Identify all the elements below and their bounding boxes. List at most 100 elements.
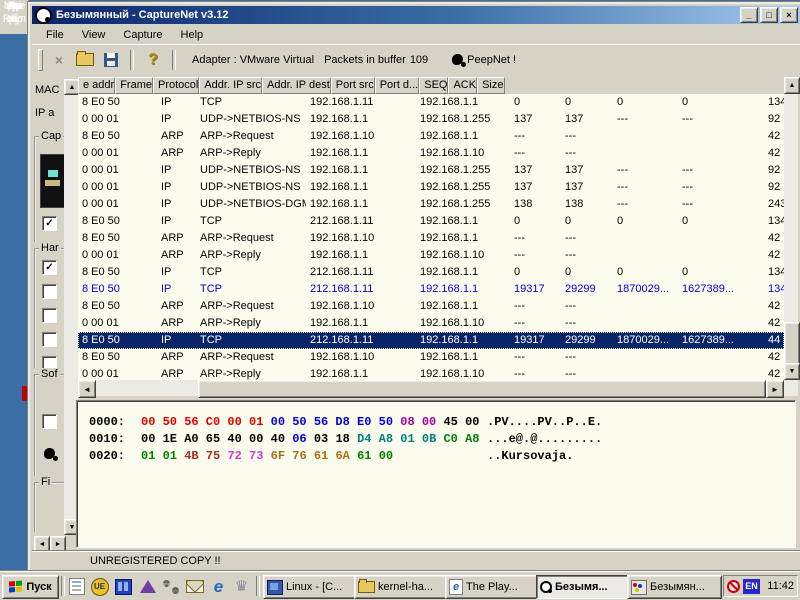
table-row[interactable]: 0 00 01 ARP ARP->Reply 192.168.1.1 192.1… <box>78 315 784 332</box>
menu-item[interactable]: View <box>80 28 108 42</box>
table-row[interactable]: 0 00 01 ARP ARP->Reply 192.168.1.1 192.1… <box>78 247 784 264</box>
checkbox[interactable]: ✓ <box>42 216 57 231</box>
cell-port-dest: --- <box>561 128 613 145</box>
table-vertical-scrollbar[interactable]: ▲ ▼ <box>784 77 798 396</box>
triangle-icon[interactable] <box>137 576 158 597</box>
column-header[interactable]: Addr. IP src <box>199 77 262 94</box>
peepnet-label[interactable]: PeepNet ! <box>467 54 516 66</box>
minimize-button[interactable]: _ <box>740 7 758 23</box>
crown-icon[interactable]: ♛ <box>231 576 252 597</box>
column-header[interactable]: ACK <box>448 77 477 94</box>
save-button[interactable] <box>99 48 123 72</box>
language-indicator[interactable]: EN <box>743 579 760 594</box>
menu-item[interactable]: Capture <box>121 28 164 42</box>
table-row[interactable]: 0 00 01 ARP ARP->Reply 192.168.1.1 192.1… <box>78 145 784 162</box>
taskbar-button-kernel[interactable]: kernel-ha... <box>354 575 449 599</box>
table-row[interactable]: 8 E0 50 ARP ARP->Request 192.168.1.10 19… <box>78 298 784 315</box>
menu-item[interactable]: Help <box>179 28 206 42</box>
hex-byte-group: 45 00 <box>443 415 479 429</box>
close-button[interactable]: × <box>780 7 798 23</box>
status-bar: UNREGISTERED COPY !! <box>32 550 800 570</box>
cell-port-src: 137 <box>510 179 561 196</box>
table-row[interactable]: 8 E0 50 IP TCP 212.168.1.11 192.168.1.1 … <box>78 281 784 298</box>
table-row[interactable]: 8 E0 50 ARP ARP->Request 192.168.1.10 19… <box>78 128 784 145</box>
column-header[interactable]: Port src <box>331 77 375 94</box>
peepnet-icon[interactable] <box>452 54 463 65</box>
disabled-device-icon[interactable] <box>727 580 740 593</box>
desktop-icon-label[interactable]: кур <box>1 0 28 13</box>
vmware-icon <box>267 580 283 595</box>
cell-frame: IP <box>157 264 196 281</box>
scroll-down-icon[interactable]: ▼ <box>784 363 800 380</box>
column-header[interactable]: SEQ <box>419 77 448 94</box>
column-header[interactable]: Port d... <box>375 77 420 94</box>
scroll-left-icon[interactable]: ◄ <box>34 536 50 550</box>
delete-button[interactable]: × <box>47 48 71 72</box>
hex-byte-group: 06 <box>292 432 306 446</box>
column-header[interactable]: Frame <box>115 77 153 94</box>
book-icon[interactable] <box>113 576 134 597</box>
checkbox[interactable]: ✓ <box>42 260 57 275</box>
taskbar-button-paint[interactable]: Безымян... <box>627 575 722 599</box>
table-row[interactable]: 8 E0 50 IP TCP 212.168.1.11 192.168.1.1 … <box>78 332 784 349</box>
cell-seq <box>613 145 678 162</box>
table-row[interactable]: 0 00 01 IP UDP->NETBIOS-DGM 192.168.1.1 … <box>78 196 784 213</box>
taskbar-button-linux[interactable]: Linux - [C... <box>263 575 358 599</box>
cell-eth-addr: 0 00 01 <box>78 247 157 264</box>
taskbar-button-label: kernel-ha... <box>378 581 433 593</box>
table-row[interactable]: 8 E0 50 ARP ARP->Request 192.168.1.10 19… <box>78 230 784 247</box>
maximize-button[interactable]: □ <box>760 7 778 23</box>
hex-byte-group: 72 73 <box>227 449 263 463</box>
table-row[interactable]: 8 E0 50 IP TCP 212.168.1.11 192.168.1.1 … <box>78 213 784 230</box>
start-button[interactable]: Пуск <box>2 575 59 599</box>
scroll-right-icon[interactable]: ► <box>50 536 66 550</box>
column-header[interactable]: e addr <box>78 77 115 94</box>
column-header[interactable]: Protocol <box>153 77 199 94</box>
cell-frame: ARP <box>157 247 196 264</box>
notepad-icon[interactable] <box>66 576 87 597</box>
column-header[interactable]: Addr. IP dest <box>262 77 331 94</box>
cell-eth-addr: 0 00 01 <box>78 196 157 213</box>
vertical-scroll-thumb[interactable] <box>784 322 800 366</box>
sidebar-horizontal-scrollbar[interactable]: ◄ ► <box>34 536 66 550</box>
cell-ack: 1627389... <box>678 281 764 298</box>
table-row[interactable]: 0 00 01 IP UDP->NETBIOS-NS 192.168.1.1 1… <box>78 111 784 128</box>
mail-icon[interactable] <box>184 576 205 597</box>
ultraedit-icon[interactable]: UE <box>89 576 110 597</box>
checkbox[interactable] <box>42 284 57 299</box>
titlebar[interactable]: Безымянный - CaptureNet v3.12 _ □ × <box>32 6 800 24</box>
column-header[interactable]: Size <box>477 77 504 94</box>
cell-eth-addr: 8 E0 50 <box>78 213 157 230</box>
scroll-up-icon[interactable]: ▲ <box>64 79 78 95</box>
hex-line: 0010: 00 1E A0 65 40 00 40 06 03 18 D4 A… <box>89 432 795 449</box>
open-button[interactable] <box>73 48 97 72</box>
table-row[interactable]: 8 E0 50 IP TCP 192.168.1.11 192.168.1.1 … <box>78 94 784 111</box>
checkbox[interactable] <box>42 332 57 347</box>
hex-byte-group: 00 50 56 D8 E0 50 <box>271 415 393 429</box>
cell-eth-addr: 8 E0 50 <box>78 230 157 247</box>
table-row[interactable]: 8 E0 50 IP TCP 212.168.1.11 192.168.1.1 … <box>78 264 784 281</box>
menu-item[interactable]: File <box>44 28 66 42</box>
checkbox[interactable] <box>42 308 57 323</box>
taskbar-button-theplay[interactable]: e The Play... <box>445 575 540 599</box>
cell-ip-src: 192.168.1.10 <box>306 230 416 247</box>
ie-icon[interactable]: e <box>208 576 229 597</box>
table-row[interactable]: 8 E0 50 ARP ARP->Request 192.168.1.10 19… <box>78 349 784 366</box>
scroll-right-icon[interactable]: ► <box>766 380 784 398</box>
taskbar-button-capturenet[interactable]: Безымя... <box>536 575 631 599</box>
horizontal-scroll-thumb[interactable] <box>198 380 766 398</box>
cell-ip-dest: 192.168.1.10 <box>416 145 510 162</box>
cell-ip-dest: 192.168.1.10 <box>416 247 510 264</box>
table-horizontal-scrollbar[interactable]: ◄ ► <box>78 380 784 396</box>
cell-port-dest: --- <box>561 349 613 366</box>
checkbox[interactable] <box>42 414 57 429</box>
table-body: 8 E0 50 IP TCP 192.168.1.11 192.168.1.1 … <box>78 94 784 383</box>
table-row[interactable]: 0 00 01 IP UDP->NETBIOS-NS 192.168.1.1 1… <box>78 179 784 196</box>
gears-icon[interactable] <box>160 576 181 597</box>
scroll-left-icon[interactable]: ◄ <box>78 380 96 398</box>
scroll-up-icon[interactable]: ▲ <box>784 77 800 94</box>
cell-protocol: UDP->NETBIOS-DGM <box>196 196 306 213</box>
help-button[interactable]: ? <box>141 48 165 72</box>
table-row[interactable]: 0 00 01 IP UDP->NETBIOS-NS 192.168.1.1 1… <box>78 162 784 179</box>
cell-ip-src: 192.168.1.1 <box>306 247 416 264</box>
